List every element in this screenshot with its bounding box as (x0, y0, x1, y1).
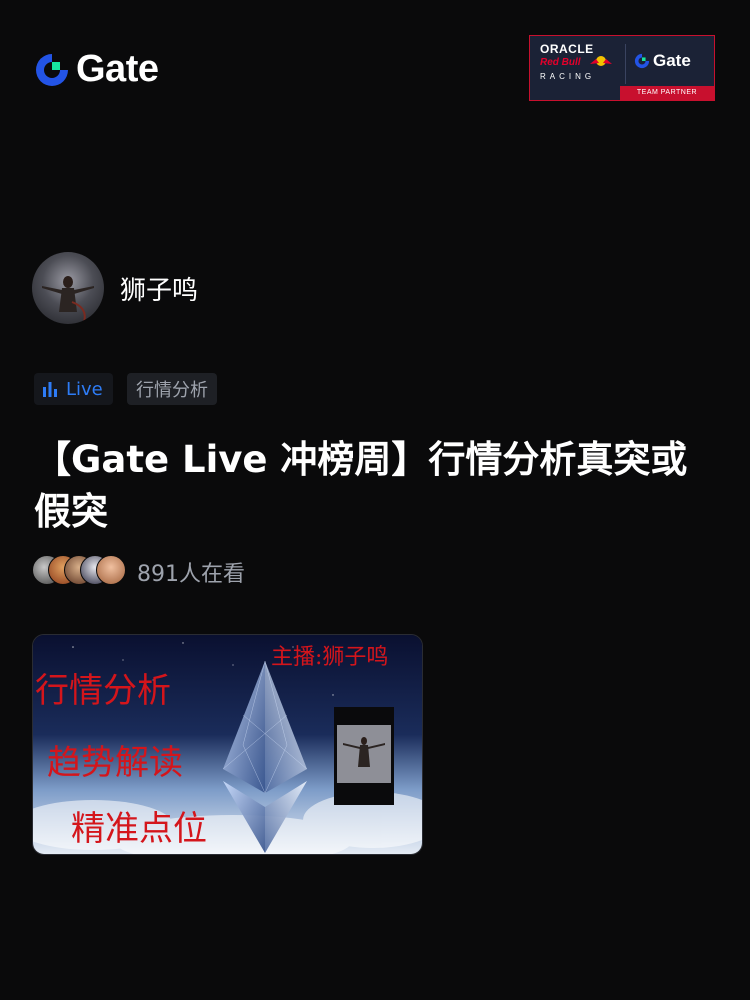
badge-gate-text: Gate (653, 51, 691, 70)
live-tag-label: Live (66, 378, 103, 400)
category-tag[interactable]: 行情分析 (127, 373, 217, 405)
viewer-count: 891人在看 (137, 562, 245, 587)
badge-divider (625, 44, 626, 84)
badge-gate-icon (634, 53, 650, 69)
author-name[interactable]: 狮子鸣 (120, 270, 198, 307)
badge-gate-logo: Gate (634, 51, 691, 71)
gate-logo-text: Gate (76, 48, 159, 90)
team-partner-strip: TEAM PARTNER (620, 86, 714, 100)
live-stream-page: Gate ORACLE Red Bull RACING Gate TEAM PA… (0, 0, 750, 1000)
thumbnail-host-label: 主播:狮子鸣 (271, 645, 389, 670)
stream-thumbnail[interactable]: 主播:狮子鸣 行情分析 趋势解读 精准点位 (32, 634, 423, 855)
viewer-avatar (96, 555, 126, 585)
gate-logo[interactable]: Gate (34, 48, 159, 91)
thumbnail-line-2: 趋势解读 (47, 743, 183, 783)
thumbnail-line-1: 行情分析 (35, 671, 171, 711)
gate-logo-icon (36, 53, 68, 86)
avatar-figure-icon (42, 276, 94, 323)
viewer-avatars (32, 555, 132, 585)
stream-title: 【Gate Live 冲榜周】行情分析真突或假突 (34, 438, 688, 533)
red-bull-text: Red Bull (540, 57, 581, 68)
live-bars-icon (43, 382, 57, 397)
racing-text: RACING (540, 72, 596, 81)
thumbnail-line-3: 精准点位 (71, 809, 207, 849)
oracle-text: ORACLE (540, 42, 594, 56)
red-bull-icon (590, 56, 612, 66)
team-partner-badge: ORACLE Red Bull RACING Gate TEAM PARTNER (529, 35, 715, 101)
live-tag: Live (34, 373, 113, 405)
author-avatar[interactable] (32, 252, 104, 324)
